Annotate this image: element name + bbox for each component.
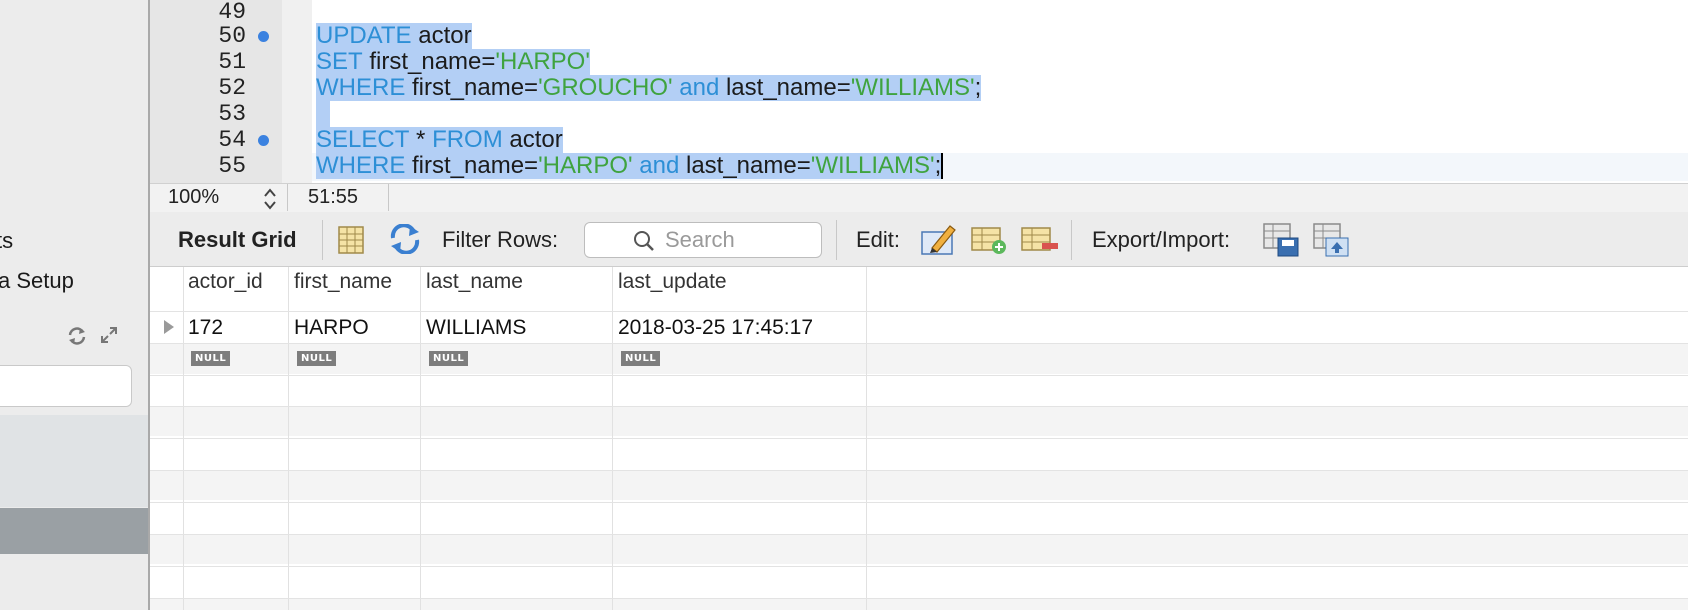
table-cell[interactable]: 172 — [188, 316, 223, 340]
code-token: and — [672, 74, 720, 101]
code-token: last_name= — [719, 74, 851, 101]
export-icon[interactable] — [1262, 222, 1300, 263]
code-token: actor — [411, 22, 472, 49]
code-token: SELECT — [316, 126, 410, 153]
statement-marker-icon[interactable] — [258, 135, 269, 146]
column-header-first-name[interactable]: first_name — [294, 270, 392, 294]
import-icon[interactable] — [1312, 222, 1350, 263]
edit-label: Edit: — [856, 227, 901, 252]
cursor-position: 51:55 — [308, 186, 359, 208]
fold-margin — [282, 0, 312, 183]
column-header-last-update[interactable]: last_update — [618, 270, 727, 294]
refresh-results-icon[interactable] — [388, 223, 422, 259]
code-line[interactable]: WHERE first_name='GROUCHO' and last_name… — [316, 74, 982, 101]
column-header-last-name[interactable]: last_name — [426, 270, 523, 294]
code-token: and — [632, 152, 680, 179]
expand-icon[interactable] — [100, 326, 118, 349]
code-line[interactable]: WHERE first_name='HARPO' and last_name='… — [316, 152, 944, 179]
search-placeholder: Search — [665, 227, 735, 252]
filter-rows-label: Filter Rows: — [442, 227, 559, 252]
code-token: actor — [502, 126, 563, 153]
line-number: 55 — [218, 153, 246, 179]
code-token: ; — [974, 74, 982, 101]
result-toolbar — [150, 212, 1688, 267]
sidebar-section — [0, 415, 148, 507]
code-token: * — [409, 126, 433, 153]
code-token: 'GROUCHO' — [538, 74, 673, 101]
null-badge[interactable]: NULL — [429, 351, 469, 366]
search-icon — [633, 230, 655, 257]
add-row-icon[interactable] — [970, 224, 1008, 261]
code-line[interactable] — [316, 101, 330, 127]
line-number: 53 — [218, 101, 246, 127]
code-token: SET — [316, 48, 363, 75]
code-token: 'WILLIAMS' — [850, 74, 975, 101]
line-number: 50 — [218, 23, 246, 49]
grid-view-icon[interactable] — [338, 226, 364, 259]
code-token: UPDATE — [316, 22, 412, 49]
refresh-icon[interactable] — [66, 326, 88, 351]
export-import-label: Export/Import: — [1092, 227, 1231, 252]
code-token: first_name= — [405, 152, 539, 179]
code-token: 'WILLIAMS' — [810, 152, 935, 179]
sidebar-item-partial[interactable]: ts — [0, 228, 13, 254]
code-token: FROM — [432, 126, 503, 153]
code-token: first_name= — [362, 48, 496, 75]
sidebar-filter-input[interactable] — [0, 365, 132, 407]
table-cell[interactable]: HARPO — [294, 316, 369, 340]
table-cell[interactable]: 2018-03-25 17:45:17 — [618, 316, 813, 340]
zoom-level[interactable]: 100% — [168, 186, 219, 209]
null-badge[interactable]: NULL — [297, 351, 337, 366]
code-line[interactable]: UPDATE actor — [316, 23, 472, 49]
code-token: last_name= — [679, 152, 811, 179]
null-badge[interactable]: NULL — [621, 351, 661, 366]
line-number: 49 — [218, 0, 246, 25]
result-grid-label[interactable]: Result Grid — [178, 227, 297, 253]
code-token: 'HARPO' — [538, 152, 633, 179]
code-token: WHERE — [316, 152, 406, 179]
editor-status-bar — [150, 183, 1688, 213]
delete-row-icon[interactable] — [1020, 224, 1060, 261]
text-caret — [941, 153, 944, 179]
column-header-actor-id[interactable]: actor_id — [188, 270, 263, 294]
code-line[interactable]: SELECT * FROM actor — [316, 127, 563, 153]
code-line[interactable]: SET first_name='HARPO' — [316, 49, 590, 75]
sidebar-item-setup[interactable]: a Setup — [0, 268, 74, 294]
row-pointer-icon — [162, 318, 176, 341]
table-cell[interactable]: WILLIAMS — [426, 316, 526, 340]
filter-rows-search-input[interactable]: Search — [584, 222, 822, 258]
code-token: WHERE — [316, 74, 406, 101]
null-badge[interactable]: NULL — [191, 351, 231, 366]
line-number: 54 — [218, 127, 246, 153]
line-number: 52 — [218, 75, 246, 101]
line-number: 51 — [218, 49, 246, 75]
sidebar-selected-item[interactable] — [0, 508, 148, 554]
code-token: 'HARPO' — [495, 48, 590, 75]
edit-pencil-icon[interactable] — [920, 222, 958, 261]
statement-marker-icon[interactable] — [258, 31, 269, 42]
code-token: first_name= — [405, 74, 539, 101]
code-token: ; — [934, 152, 942, 179]
